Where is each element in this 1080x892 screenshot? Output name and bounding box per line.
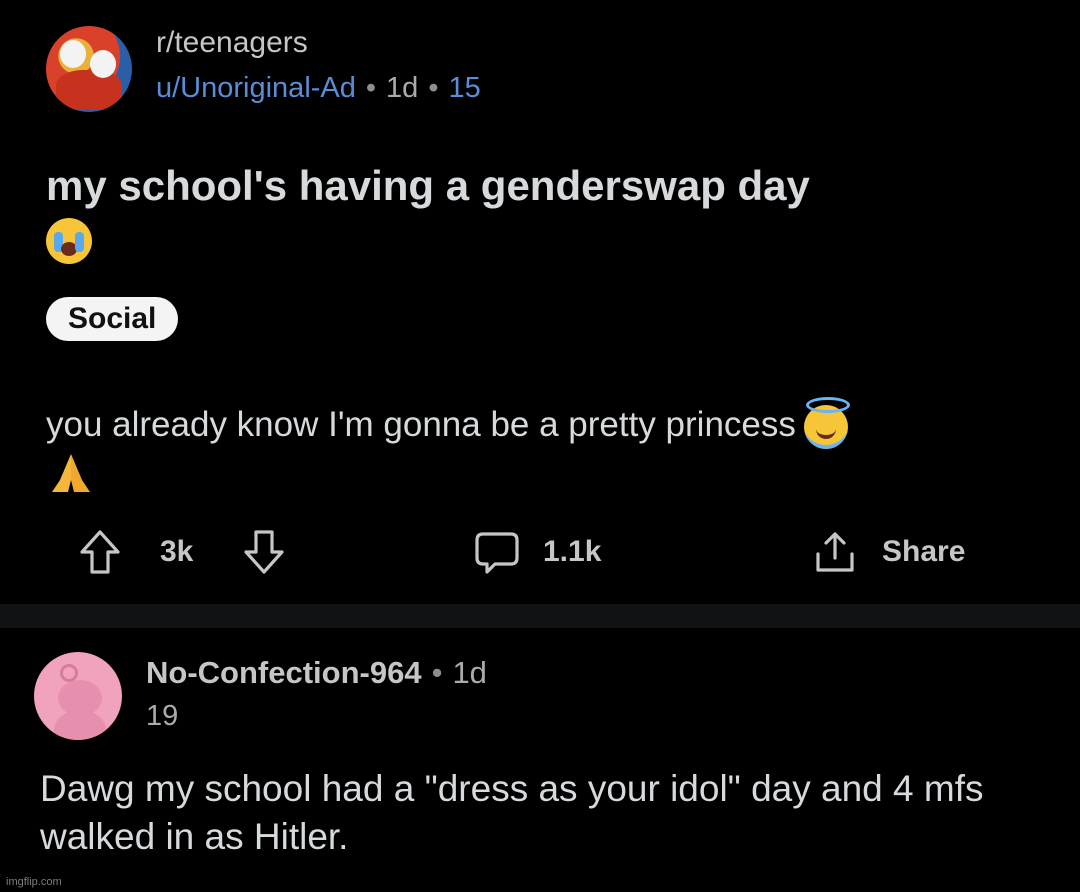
loudly-crying-face-emoji-icon	[46, 217, 92, 264]
post-body: you already know I'm gonna be a pretty p…	[46, 396, 1046, 510]
downvote-button[interactable]	[242, 528, 286, 576]
post-meta: u/Unoriginal-Ad • 1d • 15	[156, 72, 481, 105]
post-title[interactable]: my school's having a genderswap day	[46, 160, 1046, 264]
comment-score: 19	[146, 700, 179, 732]
post-title-text: my school's having a genderswap day	[46, 162, 810, 209]
comment-bubble-icon	[475, 532, 519, 574]
author-link[interactable]: u/Unoriginal-Ad	[156, 72, 356, 104]
meta-separator: •	[431, 655, 443, 690]
section-divider	[0, 604, 1080, 628]
share-icon	[816, 532, 854, 572]
post-flair[interactable]: Social	[46, 297, 179, 341]
downvote-arrow-icon	[244, 530, 284, 574]
comment-count: 1.1k	[543, 535, 602, 568]
comment-text: Dawg my school had a "dress as your idol…	[40, 768, 984, 857]
subreddit-name[interactable]: r/teenagers	[156, 26, 308, 60]
post-meta-count: 15	[448, 72, 481, 104]
share-button[interactable]: Share	[812, 528, 965, 576]
smiling-face-with-halo-emoji-icon	[803, 396, 850, 449]
upvote-button[interactable]	[78, 528, 122, 576]
comment-header: No-Confection-964 • 1d	[146, 655, 487, 691]
post-body-text: you already know I'm gonna be a pretty p…	[46, 405, 796, 444]
folded-hands-emoji-icon	[46, 450, 96, 510]
share-label: Share	[882, 535, 966, 568]
post-age: 1d	[386, 72, 419, 104]
comments-button[interactable]: 1.1k	[473, 528, 601, 576]
comment-age: 1d	[452, 655, 487, 690]
vote-count: 3k	[160, 535, 194, 568]
upvote-arrow-icon	[80, 530, 120, 574]
subreddit-avatar[interactable]	[46, 26, 132, 112]
meta-separator: •	[428, 72, 439, 104]
meta-separator: •	[365, 72, 377, 104]
watermark: imgflip.com	[6, 876, 62, 888]
commenter-avatar[interactable]	[34, 652, 122, 740]
comment-username[interactable]: No-Confection-964	[146, 655, 422, 690]
